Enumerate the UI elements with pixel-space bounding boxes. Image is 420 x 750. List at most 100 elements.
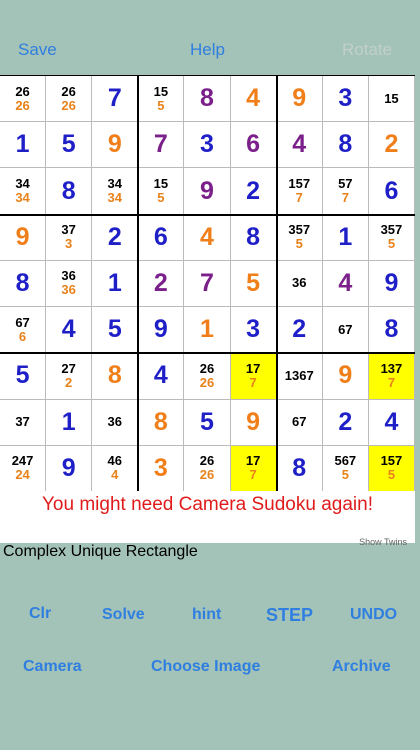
grid-cell[interactable]: 36 — [276, 260, 323, 308]
cell-value: 1 — [107, 268, 122, 297]
grid-cell[interactable]: 26 26 — [184, 445, 231, 492]
grid-cell[interactable]: 8 — [230, 214, 277, 261]
grid-cell[interactable]: 9 — [230, 399, 277, 446]
rotate-button[interactable]: Rotate — [342, 40, 392, 60]
help-button[interactable]: Help — [190, 40, 225, 60]
choose-image-button[interactable]: Choose Image — [151, 658, 260, 676]
show-twins-toggle[interactable]: Show Twins — [359, 537, 407, 547]
cell-value: 8 — [246, 222, 261, 251]
grid-cell[interactable]: 157 5 — [368, 445, 415, 492]
grid-cell[interactable]: 8 — [138, 399, 185, 446]
grid-cell[interactable]: 2 — [368, 122, 415, 169]
grid-cell[interactable]: 6 — [230, 122, 277, 169]
grid-cell[interactable]: 1367 — [276, 353, 323, 400]
grid-cell[interactable]: 1 — [322, 214, 369, 261]
grid-cell[interactable]: 15 — [368, 76, 415, 123]
grid-cell[interactable]: 5 — [92, 307, 139, 354]
candidate-hint: 26 — [199, 374, 215, 390]
grid-cell[interactable]: 4 — [184, 214, 231, 261]
grid-cell[interactable]: 3 — [322, 76, 369, 123]
grid-cell[interactable]: 67 6 — [0, 307, 47, 354]
grid-cell[interactable]: 247 24 — [0, 445, 47, 492]
grid-cell[interactable]: 357 5 — [276, 214, 323, 261]
grid-cell[interactable]: 17 7 — [230, 353, 277, 400]
grid-cell[interactable]: 357 5 — [368, 214, 415, 261]
grid-cell[interactable]: 7 — [92, 76, 139, 123]
grid-cell[interactable]: 26 26 — [0, 76, 47, 123]
step-button[interactable]: STEP — [266, 605, 313, 626]
grid-cell[interactable]: 34 34 — [0, 168, 47, 215]
grid-cell[interactable]: 37 — [0, 399, 47, 446]
grid-cell[interactable]: 37 3 — [46, 214, 93, 261]
grid-cell[interactable]: 3 — [230, 307, 277, 354]
grid-cell[interactable]: 4 — [230, 76, 277, 123]
grid-cell[interactable]: 2 — [92, 214, 139, 261]
grid-cell[interactable]: 36 — [92, 399, 139, 446]
grid-cell[interactable]: 7 — [138, 122, 185, 169]
grid-cell[interactable]: 5 — [230, 260, 277, 308]
grid-cell[interactable]: 4 — [46, 307, 93, 354]
grid-cell[interactable]: 567 5 — [322, 445, 369, 492]
grid-cell[interactable]: 5 — [0, 353, 47, 400]
grid-cell[interactable]: 8 — [184, 76, 231, 123]
grid-cell[interactable]: 2 — [276, 307, 323, 354]
grid-cell[interactable]: 8 — [322, 122, 369, 169]
grid-cell[interactable]: 2 — [322, 399, 369, 446]
archive-button[interactable]: Archive — [332, 658, 391, 676]
grid-cell[interactable]: 26 26 — [184, 353, 231, 400]
candidates: 46 4 — [108, 454, 122, 482]
save-button[interactable]: Save — [18, 40, 57, 60]
grid-cell[interactable]: 7 — [184, 260, 231, 308]
grid-cell[interactable]: 8 — [368, 307, 415, 354]
grid-cell[interactable]: 67 — [276, 399, 323, 446]
grid-cell[interactable]: 46 4 — [92, 445, 139, 492]
grid-cell[interactable]: 1 — [46, 399, 93, 446]
grid-cell[interactable]: 5 — [46, 122, 93, 169]
grid-cell[interactable]: 4 — [322, 260, 369, 308]
camera-button[interactable]: Camera — [23, 658, 82, 676]
grid-cell[interactable]: 9 — [276, 76, 323, 123]
grid-cell[interactable]: 9 — [46, 445, 93, 492]
grid-cell[interactable]: 137 7 — [368, 353, 415, 400]
grid-cell[interactable]: 3 — [184, 122, 231, 169]
solve-button[interactable]: Solve — [102, 606, 145, 624]
grid-cell[interactable]: 8 — [46, 168, 93, 215]
grid-cell[interactable]: 17 7 — [230, 445, 277, 492]
candidate-list: 67 — [291, 414, 307, 430]
grid-cell[interactable]: 5 — [184, 399, 231, 446]
grid-cell[interactable]: 157 7 — [276, 168, 323, 215]
grid-cell[interactable]: 9 — [368, 260, 415, 308]
grid-cell[interactable]: 6 — [138, 214, 185, 261]
grid-cell[interactable]: 9 — [184, 168, 231, 215]
grid-cell[interactable]: 1 — [184, 307, 231, 354]
grid-cell[interactable]: 27 2 — [46, 353, 93, 400]
grid-cell[interactable]: 8 — [0, 260, 47, 308]
grid-cell[interactable]: 9 — [92, 122, 139, 169]
grid-cell[interactable]: 36 36 — [46, 260, 93, 308]
grid-cell[interactable]: 34 34 — [92, 168, 139, 215]
grid-cell[interactable]: 4 — [276, 122, 323, 169]
grid-cell[interactable]: 9 — [138, 307, 185, 354]
grid-cell[interactable]: 2 — [138, 260, 185, 308]
grid-cell[interactable]: 1 — [92, 260, 139, 308]
grid-cell[interactable]: 15 5 — [138, 76, 185, 123]
grid-cell[interactable]: 1 — [0, 122, 47, 169]
grid-cell[interactable]: 67 — [322, 307, 369, 354]
grid-cell[interactable]: 9 — [322, 353, 369, 400]
clear-button[interactable]: Clr — [29, 605, 51, 623]
technique-label: Complex Unique Rectangle — [3, 543, 198, 560]
grid-cell[interactable]: 57 7 — [322, 168, 369, 215]
grid-cell[interactable]: 8 — [92, 353, 139, 400]
grid-cell[interactable]: 6 — [368, 168, 415, 215]
hint-button[interactable]: hint — [192, 606, 221, 624]
grid-cell[interactable]: 9 — [0, 214, 47, 261]
grid-cell[interactable]: 8 — [276, 445, 323, 492]
grid-cell[interactable]: 4 — [368, 399, 415, 446]
grid-cell[interactable]: 26 26 — [46, 76, 93, 123]
grid-cell[interactable]: 3 — [138, 445, 185, 492]
undo-button[interactable]: UNDO — [350, 606, 397, 624]
grid-cell[interactable]: 2 — [230, 168, 277, 215]
cell-value: 4 — [338, 268, 353, 297]
grid-cell[interactable]: 15 5 — [138, 168, 185, 215]
grid-cell[interactable]: 4 — [138, 353, 185, 400]
